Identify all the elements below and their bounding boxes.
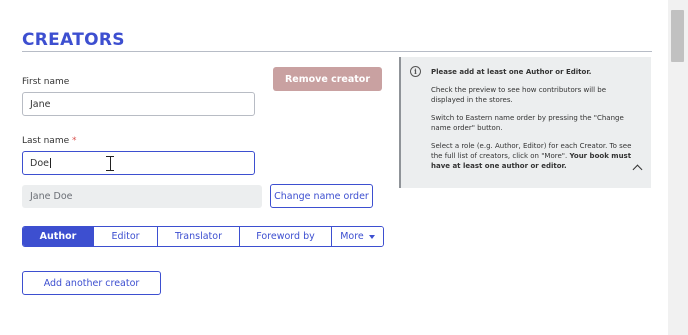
role-foreword-by[interactable]: Foreword by [239, 227, 331, 246]
role-author-label: Author [39, 231, 77, 242]
last-name-input[interactable]: Doe [22, 151, 255, 175]
text-caret [49, 158, 51, 168]
first-name-value: Jane [30, 98, 51, 110]
role-translator-label: Translator [174, 231, 222, 242]
last-name-label: Last name * [22, 136, 77, 146]
caret-down-icon [368, 234, 375, 239]
creators-page: CREATORS First name Jane Last name * Doe… [0, 0, 668, 335]
info-name-order-hint: Switch to Eastern name order by pressing… [431, 114, 624, 132]
role-translator[interactable]: Translator [157, 227, 239, 246]
last-name-value: Doe [30, 157, 49, 169]
scrollbar-thumb[interactable] [671, 10, 684, 62]
name-preview: Jane Doe [22, 185, 262, 208]
role-more-dropdown[interactable]: More [331, 227, 383, 246]
section-title: CREATORS [22, 30, 125, 50]
info-preview-hint: Check the preview to see how contributor… [431, 86, 607, 104]
info-panel: i Please add at least one Author or Edit… [399, 57, 651, 188]
name-preview-value: Jane Doe [30, 191, 73, 202]
change-name-order-button[interactable]: Change name order [270, 184, 373, 208]
role-foreword-label: Foreword by [256, 231, 315, 242]
text-cursor-icon [106, 156, 114, 171]
role-author[interactable]: Author [23, 227, 93, 246]
role-editor-label: Editor [111, 231, 140, 242]
role-selector: Author Editor Translator Foreword by Mor… [22, 226, 384, 247]
add-another-creator-button[interactable]: Add another creator [22, 271, 161, 295]
required-mark: * [72, 136, 77, 146]
info-circle-icon: i [410, 66, 421, 77]
last-name-label-text: Last name [22, 136, 70, 146]
info-role-hint: Select a role (e.g. Author, Editor) for … [431, 141, 641, 171]
role-more-label: More [340, 231, 364, 242]
title-divider [22, 51, 652, 52]
info-headline: Please add at least one Author or Editor… [431, 68, 592, 76]
vertical-scrollbar[interactable] [668, 0, 688, 335]
first-name-label: First name [22, 77, 70, 87]
first-name-input[interactable]: Jane [22, 92, 255, 116]
remove-creator-button[interactable]: Remove creator [273, 67, 382, 91]
role-editor[interactable]: Editor [93, 227, 157, 246]
